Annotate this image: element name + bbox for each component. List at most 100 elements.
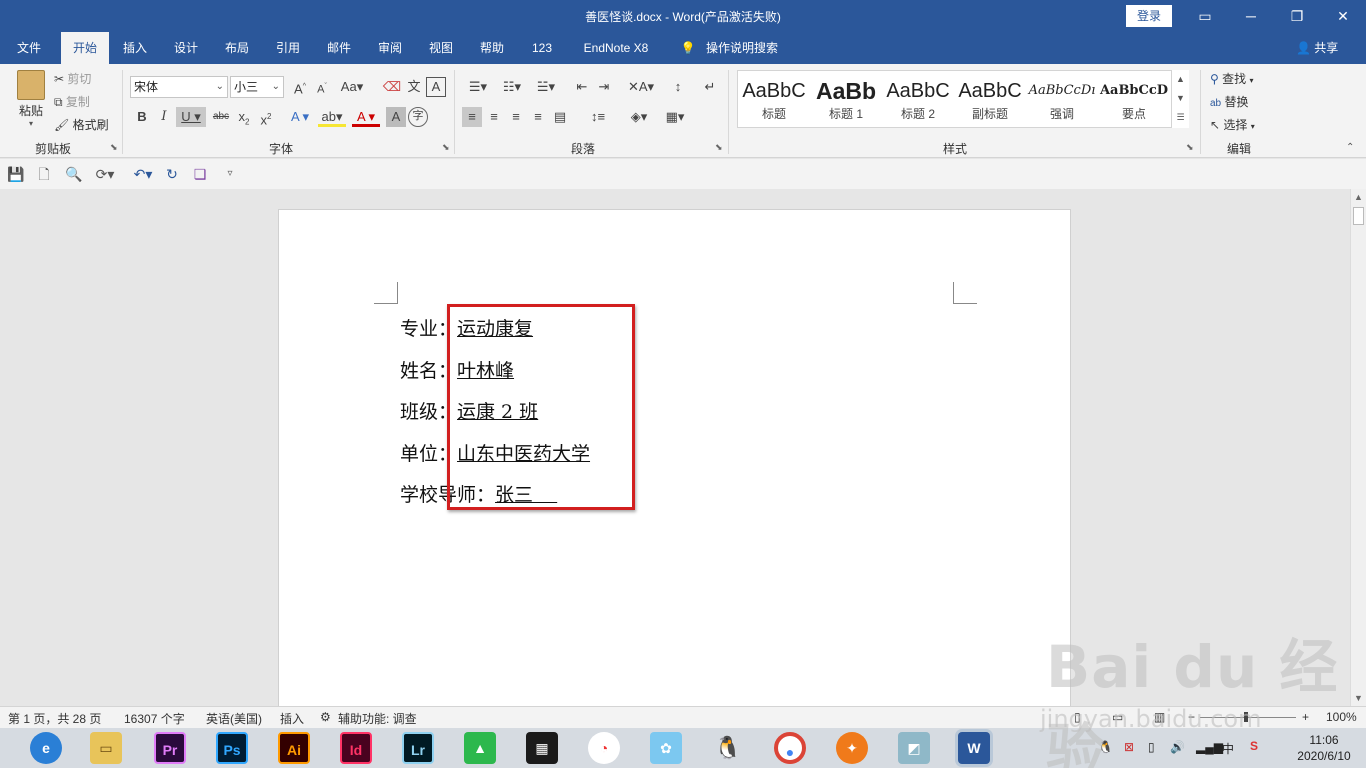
word-icon[interactable]: W <box>958 732 990 764</box>
align-right-icon[interactable]: ≡ <box>506 107 526 127</box>
premiere-icon[interactable]: Pr <box>154 732 186 764</box>
multilevel-list-icon[interactable]: ☱▾ <box>532 77 560 97</box>
line-spacing-icon[interactable]: ↕≡ <box>584 107 612 127</box>
replace-button[interactable]: ab 替换 <box>1210 93 1248 110</box>
accessibility-status[interactable]: 辅助功能: 调查 <box>338 710 417 727</box>
illustrator-icon[interactable]: Ai <box>278 732 310 764</box>
dialog-launcher-icon[interactable]: ⬊ <box>715 142 723 153</box>
indesign-icon[interactable]: Id <box>340 732 372 764</box>
tab-layout[interactable]: 布局 <box>214 32 260 64</box>
new-document-icon[interactable]: 🗋 <box>34 165 54 183</box>
bullets-icon[interactable]: ☰▾ <box>464 77 492 97</box>
tab-insert[interactable]: 插入 <box>112 32 158 64</box>
minimize-icon[interactable]: ─ <box>1228 0 1274 32</box>
qq-icon[interactable]: 🐧 <box>712 732 744 764</box>
underline-icon[interactable]: U ▾ <box>176 107 206 127</box>
find-button[interactable]: ⚲ 查找 ▾ <box>1210 70 1254 87</box>
scroll-up-icon[interactable]: ▲ <box>1351 189 1366 205</box>
tab-mailings[interactable]: 邮件 <box>316 32 362 64</box>
style-heading-1[interactable]: AaBb 标题 1 <box>810 71 882 129</box>
distributed-icon[interactable]: ▤ <box>550 107 570 127</box>
document-page[interactable]: 专业：运动康复 姓名：叶林峰 班级：运康 2 班 单位：山东中医药大学 学校导师… <box>278 209 1071 709</box>
close-icon[interactable]: ✕ <box>1320 0 1366 32</box>
justify-icon[interactable]: ≡ <box>528 107 548 127</box>
phonetic-guide-icon[interactable]: 文 <box>404 77 424 97</box>
bold-icon[interactable]: B <box>132 107 152 127</box>
character-shading-icon[interactable]: A <box>386 107 406 127</box>
undo-icon[interactable]: ↶▾ <box>128 165 158 183</box>
select-button[interactable]: ↖ 选择 ▾ <box>1210 116 1255 133</box>
font-name-combo[interactable]: 宋体 ⌄ <box>130 76 228 98</box>
copy-button[interactable]: ⧉ 复制 <box>54 93 90 110</box>
font-size-combo[interactable]: 小三 ⌄ <box>230 76 284 98</box>
format-painter-button[interactable]: 🖌 格式刷 <box>54 116 109 133</box>
align-left-icon[interactable]: ≡ <box>462 107 482 127</box>
show-marks-icon[interactable]: ↵ <box>700 77 720 97</box>
bird-app-icon[interactable]: ✿ <box>650 732 682 764</box>
scroll-down-icon[interactable]: ▼ <box>1172 89 1189 108</box>
tell-me-search[interactable]: 操作说明搜索 <box>702 32 782 64</box>
language[interactable]: 英语(美国) <box>206 710 262 727</box>
tab-endnote[interactable]: EndNote X8 <box>574 32 658 64</box>
scroll-thumb[interactable] <box>1353 207 1364 225</box>
tab-design[interactable]: 设计 <box>163 32 209 64</box>
tab-home[interactable]: 开始 <box>61 32 109 64</box>
word-count[interactable]: 16307 个字 <box>124 710 185 727</box>
tab-review[interactable]: 审阅 <box>367 32 413 64</box>
video-editor-icon[interactable]: ▦ <box>526 732 558 764</box>
clear-formatting-icon[interactable]: ⌫ <box>382 77 402 97</box>
tab-view[interactable]: 视图 <box>418 32 464 64</box>
umbrella-app-icon[interactable]: ◔ <box>588 732 620 764</box>
shrink-font-icon[interactable]: Aˇ <box>312 77 332 97</box>
style-strong[interactable]: AaBbCcD 要点 <box>1098 71 1170 129</box>
tab-file[interactable]: 文件 <box>6 32 52 64</box>
strikethrough-icon[interactable]: abc <box>210 107 232 127</box>
print-preview-icon[interactable]: 🔍 <box>64 165 84 183</box>
customize-toolbar-icon[interactable]: ▿ <box>220 165 240 183</box>
character-border-icon[interactable]: A <box>426 77 446 97</box>
highlight-icon[interactable]: ab▾ <box>318 107 346 127</box>
page-count[interactable]: 第 1 页，共 28 页 <box>8 710 101 727</box>
borders-icon[interactable]: ▦▾ <box>660 107 690 127</box>
style-emphasis[interactable]: AaBbCcDı 强调 <box>1026 71 1098 129</box>
draw-icon[interactable]: ⟳▾ <box>90 165 120 183</box>
tab-123[interactable]: 123 <box>522 32 562 64</box>
save-icon[interactable]: 💾 <box>6 165 26 183</box>
style-heading-2[interactable]: AaBbC 标题 2 <box>882 71 954 129</box>
grow-font-icon[interactable]: A^ <box>290 77 310 97</box>
file-explorer-icon[interactable]: ▭ <box>90 732 122 764</box>
shading-icon[interactable]: ◈▾ <box>624 107 654 127</box>
accessibility-icon[interactable]: ⚙ <box>320 710 331 724</box>
enclose-characters-icon[interactable]: 字 <box>408 107 428 127</box>
increase-indent-icon[interactable]: ⇥ <box>594 77 614 97</box>
change-case-button[interactable]: Aa▾ <box>338 77 366 97</box>
browser-icon[interactable]: e <box>30 732 62 764</box>
dialog-launcher-icon[interactable]: ⬊ <box>1186 142 1194 153</box>
dialog-launcher-icon[interactable]: ⬊ <box>442 142 450 153</box>
numbering-icon[interactable]: ☷▾ <box>498 77 526 97</box>
photoshop-icon[interactable]: Ps <box>216 732 248 764</box>
login-button[interactable]: 登录 <box>1126 5 1172 27</box>
tab-help[interactable]: 帮助 <box>469 32 515 64</box>
align-center-icon[interactable]: ≡ <box>484 107 504 127</box>
insert-mode[interactable]: 插入 <box>280 710 304 727</box>
cut-button[interactable]: ✂ 剪切 <box>54 70 91 87</box>
lightroom-icon[interactable]: Lr <box>402 732 434 764</box>
chinese-layout-icon[interactable]: ✕A▾ <box>626 77 656 97</box>
redo-icon[interactable]: ↻ <box>162 165 182 183</box>
share-button[interactable]: 👤 共享 <box>1296 32 1338 64</box>
italic-icon[interactable]: I <box>154 107 174 127</box>
text-effects-icon[interactable]: A ▾ <box>286 107 314 127</box>
dialog-launcher-icon[interactable]: ⬊ <box>110 142 118 153</box>
superscript-icon[interactable]: x2 <box>256 107 276 127</box>
scroll-up-icon[interactable]: ▲ <box>1172 70 1189 89</box>
lightbulb-icon[interactable]: 💡 <box>676 32 700 64</box>
collapse-ribbon-icon[interactable]: ⌃ <box>1346 142 1354 153</box>
save-as-icon[interactable]: ❏ <box>190 165 210 183</box>
style-subtitle[interactable]: AaBbC 副标题 <box>954 71 1026 129</box>
chrome-icon[interactable]: ● <box>774 732 806 764</box>
green-app-icon[interactable]: ▲ <box>464 732 496 764</box>
notepad-icon[interactable]: ◩ <box>898 732 930 764</box>
restore-icon[interactable]: ❐ <box>1274 0 1320 32</box>
sort-icon[interactable]: ↕ <box>668 77 688 97</box>
